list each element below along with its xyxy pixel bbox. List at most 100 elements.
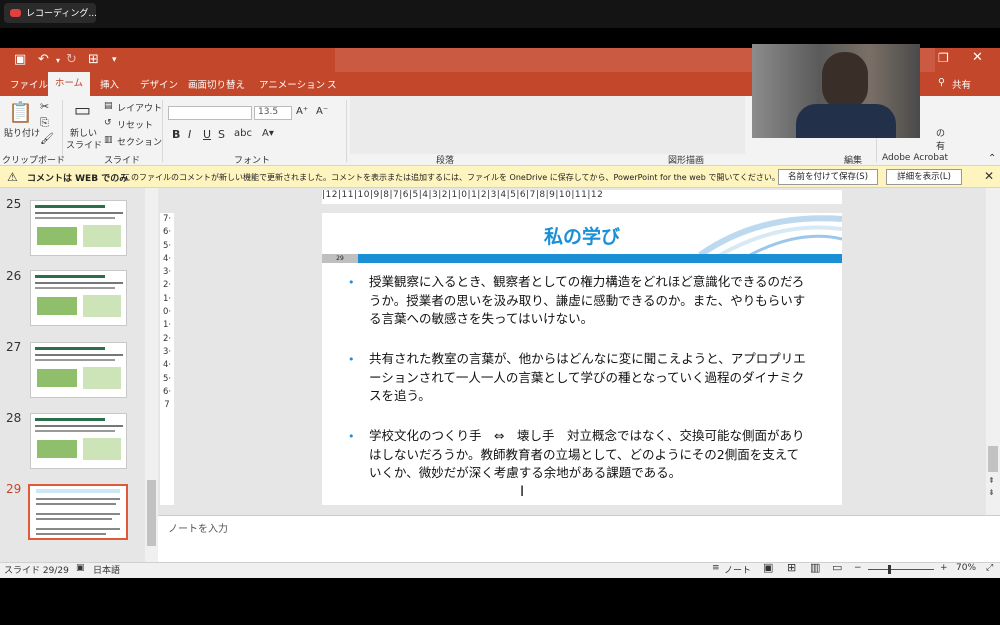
warning-close-icon[interactable]: ✕ bbox=[984, 169, 994, 183]
font-size-input[interactable]: 13.5 bbox=[254, 106, 292, 120]
bullet-text[interactable]: 授業観察に入るとき、観察者としての権力構造をどれほど意識化できるのだろうか。授業… bbox=[369, 273, 809, 329]
notes-pane[interactable] bbox=[158, 515, 1000, 562]
ribbon-blurred-area bbox=[350, 96, 745, 154]
save-icon[interactable]: ▣ bbox=[14, 52, 26, 67]
undo-dropdown-icon[interactable]: ▾ bbox=[56, 56, 60, 65]
font-color-icon[interactable]: A▾ bbox=[262, 128, 274, 139]
paste-icon[interactable]: 📋 bbox=[8, 100, 33, 124]
slide-thumbnail-27[interactable] bbox=[30, 342, 127, 398]
present-icon[interactable]: ⊞ bbox=[88, 52, 99, 67]
status-bar bbox=[0, 562, 1000, 578]
screen-bottom-bar bbox=[0, 578, 1000, 625]
redo-icon[interactable]: ↻ bbox=[66, 52, 77, 67]
paste-button[interactable]: 貼り付け bbox=[4, 126, 40, 139]
strikethrough-icon[interactable]: abc bbox=[234, 128, 252, 139]
new-slide-label2[interactable]: スライド bbox=[66, 138, 102, 151]
section-button[interactable]: セクション bbox=[117, 135, 162, 148]
recording-bar bbox=[0, 0, 1000, 28]
new-slide-icon[interactable]: ▭ bbox=[74, 100, 91, 121]
font-name-input[interactable] bbox=[168, 106, 252, 120]
group-paragraph: 段落 bbox=[436, 156, 455, 166]
slide-number: 28 bbox=[6, 411, 22, 425]
close-button[interactable]: ✕ bbox=[972, 50, 983, 65]
slide-thumbnail-25[interactable] bbox=[30, 200, 127, 256]
bold-icon[interactable]: B bbox=[172, 128, 180, 141]
shrink-font-icon[interactable]: A⁻ bbox=[316, 106, 328, 117]
restore-button[interactable]: ❐ bbox=[938, 51, 949, 65]
warning-icon: ⚠ bbox=[7, 170, 18, 184]
shadow-icon[interactable]: S bbox=[218, 128, 225, 141]
notes-placeholder[interactable]: ノートを入力 bbox=[168, 520, 228, 535]
prev-slide-icon[interactable]: ⇞ bbox=[988, 476, 995, 485]
section-icon: ▥ bbox=[104, 135, 113, 145]
reset-icon: ↺ bbox=[104, 118, 112, 128]
slide-thumbnail-26[interactable] bbox=[30, 270, 127, 326]
bullet-text[interactable]: 共有された教室の言葉が、他からはどんなに変に聞こえようと、アプロプリエーションさ… bbox=[369, 350, 809, 406]
acrobat-side-label2: 有 bbox=[936, 142, 946, 152]
italic-icon[interactable]: I bbox=[188, 128, 191, 141]
slide-number: 25 bbox=[6, 197, 22, 211]
bullet-icon: • bbox=[348, 430, 355, 443]
slide-title-bar bbox=[358, 254, 842, 263]
bullet-text[interactable]: 学校文化のつくり手 ⇔ 壊し手 対立概念ではなく、交換可能な側面がありはしないだ… bbox=[369, 427, 809, 483]
group-clipboard: クリップボード bbox=[2, 156, 66, 166]
share-button[interactable]: 共有 bbox=[952, 77, 971, 91]
zoom-in-icon[interactable]: + bbox=[940, 563, 948, 573]
group-slides: スライド bbox=[104, 156, 141, 166]
grow-font-icon[interactable]: A⁺ bbox=[296, 106, 308, 117]
next-slide-icon[interactable]: ⇟ bbox=[988, 488, 995, 497]
save-as-button[interactable]: 名前を付けて保存(S) bbox=[778, 169, 878, 185]
collapse-ribbon-icon[interactable]: ⌃ bbox=[988, 153, 996, 164]
tab-insert[interactable]: 挿入 bbox=[100, 77, 119, 91]
warning-title: コメントは WEB でのみ bbox=[27, 174, 129, 184]
slideshow-icon[interactable]: ▭ bbox=[832, 561, 842, 574]
slide-thumbnail-29[interactable] bbox=[28, 484, 128, 540]
zoom-level[interactable]: 70% bbox=[956, 563, 976, 573]
group-drawing: 図形描画 bbox=[668, 156, 705, 166]
zoom-slider[interactable] bbox=[868, 569, 934, 570]
show-details-button[interactable]: 詳細を表示(L) bbox=[886, 169, 962, 185]
group-font: フォント bbox=[234, 156, 271, 166]
copy-icon[interactable]: ⎘ bbox=[40, 116, 49, 130]
spellcheck-icon[interactable]: ▣ bbox=[76, 563, 85, 573]
tab-slideshow[interactable]: ス bbox=[327, 77, 337, 91]
group-acrobat: Adobe Acrobat bbox=[882, 153, 949, 163]
cloud-icon bbox=[10, 9, 21, 17]
slide-counter: スライド 29/29 bbox=[4, 566, 69, 576]
horizontal-ruler: |12|11|10|9|8|7|6|5|4|3|2|1|0|1|2|3|4|5|… bbox=[322, 190, 842, 204]
tab-home[interactable]: ホーム bbox=[48, 72, 90, 96]
tab-transitions[interactable]: 画面切り替え bbox=[188, 77, 245, 91]
underline-icon[interactable]: U bbox=[203, 128, 211, 141]
reading-view-icon[interactable]: ▥ bbox=[810, 561, 820, 574]
language[interactable]: 日本語 bbox=[93, 563, 120, 576]
undo-icon[interactable]: ↶ bbox=[38, 52, 49, 67]
acrobat-side-label: の bbox=[936, 129, 946, 139]
slide-number: 26 bbox=[6, 269, 22, 283]
customize-qat-icon[interactable]: ▾ bbox=[112, 55, 117, 65]
person-head bbox=[822, 52, 868, 110]
main-scroll-thumb[interactable] bbox=[988, 446, 998, 472]
person-icon: ⚲ bbox=[938, 77, 945, 88]
divider bbox=[162, 100, 163, 162]
thumbnails-scroll-thumb[interactable] bbox=[147, 480, 156, 546]
zoom-slider-thumb[interactable] bbox=[888, 565, 891, 574]
zoom-out-icon[interactable]: − bbox=[854, 563, 862, 573]
layout-icon: ▤ bbox=[104, 101, 113, 111]
slide-thumbnail-28[interactable] bbox=[30, 413, 127, 469]
tab-file[interactable]: ファイル bbox=[10, 77, 48, 91]
slide-sorter-icon[interactable]: ⊞ bbox=[787, 561, 796, 574]
bullet-icon: • bbox=[348, 353, 355, 366]
fit-slide-icon[interactable]: ⤢ bbox=[986, 563, 993, 573]
slide-title[interactable]: 私の学び bbox=[322, 222, 842, 249]
cut-icon[interactable]: ✂ bbox=[40, 100, 49, 113]
layout-button[interactable]: レイアウト bbox=[117, 101, 162, 114]
notes-button[interactable]: ノート bbox=[724, 563, 751, 576]
reset-button[interactable]: リセット bbox=[117, 118, 153, 131]
tab-animations[interactable]: アニメーション bbox=[259, 77, 325, 91]
vertical-ruler-labels: 7·6·5·4·3·2·1·0·1·2·3·4·5·6·7 bbox=[162, 214, 172, 411]
normal-view-icon[interactable]: ▣ bbox=[763, 561, 773, 574]
slide-number: 27 bbox=[6, 340, 22, 354]
webcam-overlay bbox=[752, 44, 920, 138]
tab-design[interactable]: デザイン bbox=[140, 77, 178, 91]
format-painter-icon[interactable]: 🖌 bbox=[40, 132, 54, 145]
